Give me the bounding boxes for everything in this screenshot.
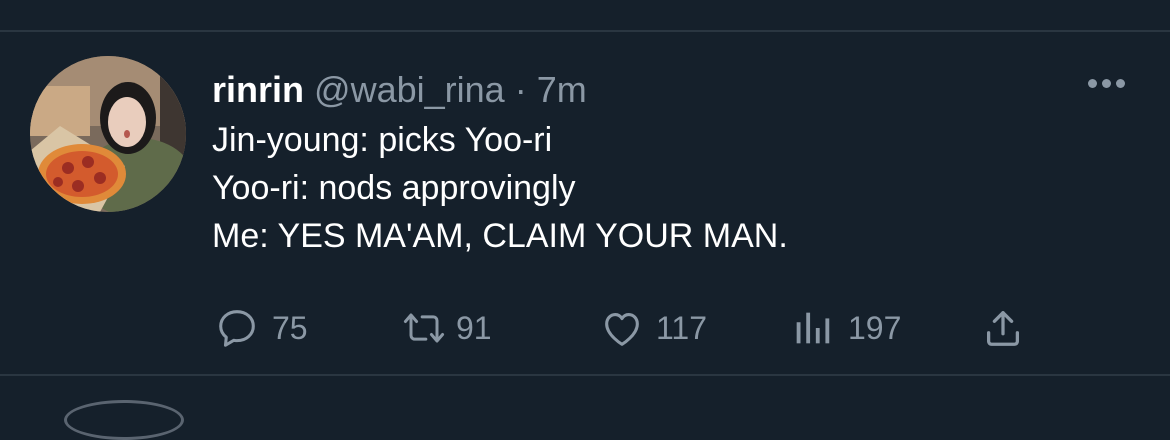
retweet-count: 91	[456, 309, 492, 346]
avatar[interactable]	[30, 56, 186, 212]
retweet-button[interactable]: 91	[398, 303, 492, 353]
tweet-card[interactable]: rinrin @wabi_rina · 7m Jin-young: picks …	[0, 31, 1170, 374]
separator: ·	[514, 69, 527, 110]
share-button[interactable]	[980, 303, 1026, 353]
views-count: 197	[848, 309, 902, 346]
bottom-divider	[0, 374, 1170, 376]
tweet-text-line: Jin-young: picks Yoo-ri	[212, 121, 553, 159]
views-button[interactable]: 197	[792, 303, 901, 353]
timestamp[interactable]: 7m	[537, 69, 587, 110]
like-button[interactable]: 117	[598, 303, 707, 353]
share-icon	[986, 311, 1020, 346]
user-handle[interactable]: @wabi_rina	[314, 69, 505, 110]
next-tweet-avatar[interactable]	[64, 400, 184, 440]
heart-icon	[605, 313, 639, 346]
like-count: 117	[656, 309, 708, 346]
reply-count: 75	[272, 309, 308, 346]
tweet-header: rinrin @wabi_rina · 7m	[212, 68, 587, 112]
tweet-actions: 75 91 117 197	[212, 303, 1032, 353]
tweet-text-line: Me: YES MA'AM, CLAIM YOUR MAN.	[212, 217, 788, 255]
more-options-icon[interactable]	[1088, 79, 1128, 91]
tweet-text-line: Yoo-ri: nods approvingly	[212, 169, 576, 207]
reply-icon	[219, 310, 255, 347]
display-name[interactable]: rinrin	[212, 69, 304, 110]
previous-tweet-actions	[0, 0, 1170, 4]
avatar-image	[30, 56, 186, 212]
retweet-icon	[403, 313, 445, 343]
reply-button[interactable]: 75	[214, 303, 308, 353]
tweet-text: Jin-young: picks Yoo-ri Yoo-ri: nods app…	[212, 116, 788, 260]
analytics-icon	[796, 312, 830, 344]
